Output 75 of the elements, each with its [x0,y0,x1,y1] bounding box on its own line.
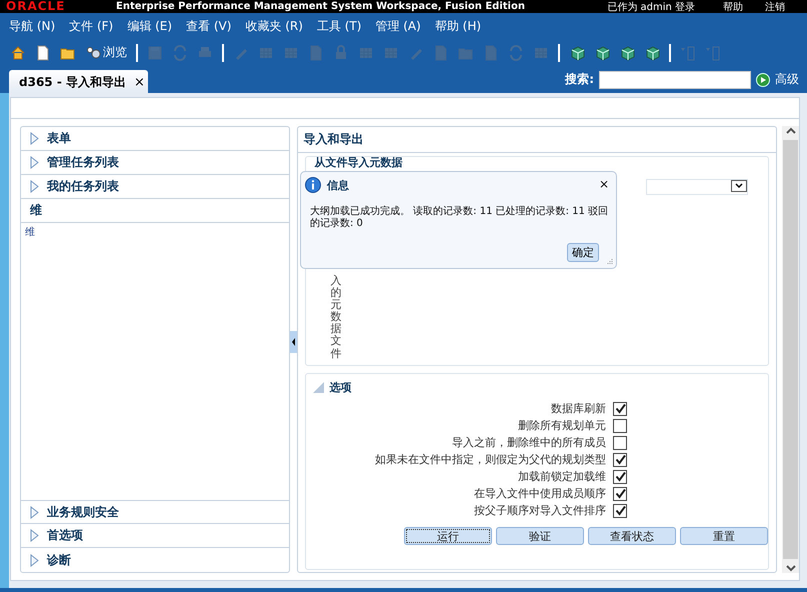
action-button[interactable]: 验证 [496,527,584,545]
play-icon[interactable] [756,72,770,86]
menu-item[interactable]: 帮助 (H) [434,18,482,35]
header-link[interactable]: 帮助 [723,0,743,13]
page-icon[interactable] [35,44,51,60]
accordion-header[interactable]: 管理任务列表 [21,151,290,175]
menu-item[interactable]: 导航 (N) [9,18,56,35]
option-label: 数据库刷新 [551,401,606,416]
cube-icon[interactable] [569,44,585,60]
scrollbar-thumb[interactable] [783,140,798,559]
checkbox[interactable] [613,470,628,484]
info-icon [305,177,321,193]
expand-triangle-icon [30,180,39,193]
header-link[interactable]: 注销 [765,0,785,13]
accordion-header[interactable]: 表单 [21,127,290,151]
checkbox[interactable] [613,452,628,466]
dimension-link[interactable]: 维 [25,227,35,238]
section-title: 从文件导入元数据 [313,157,404,169]
expand-triangle-icon [30,132,39,145]
option-label: 按父子顺序对导入文件排序 [474,503,606,518]
close-icon[interactable]: × [598,177,609,191]
close-icon[interactable]: × [134,74,145,90]
accordion-header[interactable]: 业务规则安全 [21,500,290,524]
collapse-handle[interactable] [290,331,298,353]
option-label: 在导入文件中使用成员顺序 [474,486,606,501]
expand-triangle-icon [30,506,39,518]
file-dropdown[interactable] [646,179,748,195]
checkbox[interactable] [613,486,628,500]
scroll-down-icon[interactable] [784,563,797,573]
accordion-header[interactable]: 维 [21,199,290,223]
search-label: 搜索: [565,71,594,88]
action-button[interactable]: 运行 [404,527,492,545]
search-field[interactable] [599,70,751,88]
expand-triangle-icon [30,529,39,542]
accordion-header[interactable]: 诊断 [21,548,290,572]
option-label: 如果未在文件中指定，则假定为父代的规划类型 [375,452,606,467]
menu-item[interactable]: 编辑 (E) [127,18,172,35]
cube-icon[interactable] [619,44,635,60]
menu-item[interactable]: 收藏夹 (R) [245,18,303,35]
user-status: 已作为 admin 登录 [607,0,695,13]
logo: ORACLE [5,0,66,13]
option-label: 导入之前，删除维中的所有成员 [452,435,606,450]
ok-button[interactable]: 确定 [567,243,599,262]
expand-triangle-icon [30,554,39,566]
browse-label[interactable]: 浏览 [103,44,127,61]
resize-grip-icon[interactable] [606,258,613,265]
expand-triangle-icon [30,156,39,169]
checkbox[interactable] [613,504,628,518]
field-label: 入的元数据文件 [330,275,342,360]
browse-icon[interactable] [85,44,101,60]
checkbox[interactable] [613,436,628,450]
menu-item[interactable]: 文件 (F) [69,18,114,35]
menu-item[interactable]: 工具 (T) [316,18,362,35]
section-title: 选项 [329,380,352,394]
document-tab[interactable]: d365 - 导入和导出 × [9,70,148,94]
cube-icon[interactable] [644,44,660,60]
panel-title: 导入和导出 [298,127,776,153]
chevron-down-icon[interactable] [731,180,748,192]
advanced-link[interactable]: 高级 [775,71,799,88]
cube-icon[interactable] [594,44,610,60]
option-label: 删除所有规划单元 [518,418,606,433]
accordion-header[interactable]: 首选项 [21,524,290,548]
checkbox[interactable] [613,418,628,432]
action-button[interactable]: 重置 [680,527,768,545]
dialog-title: 信息 [327,178,349,192]
dialog-message: 大纲加载已成功完成。 读取的记录数: 11 已处理的记录数: 11 驳回的记录数: 0 [309,204,610,230]
menu-item[interactable]: 管理 (A) [375,18,421,35]
checkbox[interactable] [613,402,628,416]
option-label: 加载前锁定加载维 [518,469,606,484]
accordion-header[interactable]: 我的任务列表 [21,175,290,199]
app-title: Enterprise Performance Management System Workspace, Fusion Edition [116,1,526,12]
menu-item[interactable]: 查看 (V) [186,18,232,35]
action-button[interactable]: 查看状态 [588,527,676,545]
house-icon[interactable] [10,44,26,60]
scroll-up-icon[interactable] [784,126,797,136]
